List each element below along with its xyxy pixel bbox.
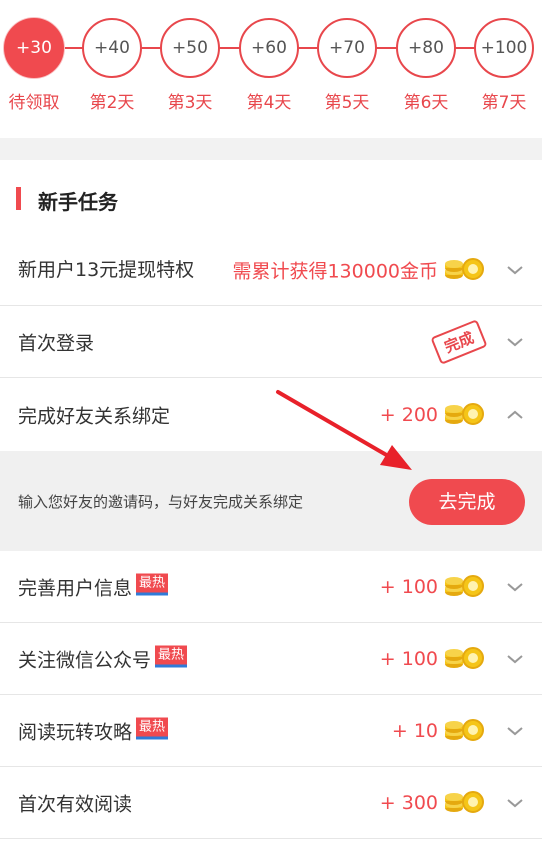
hot-badge: 最热 bbox=[136, 573, 169, 596]
task-name: 阅读玩转攻略 bbox=[18, 721, 133, 743]
task-name-wrap: 阅读玩转攻略 最热 bbox=[18, 717, 169, 744]
coins-icon bbox=[444, 790, 484, 813]
chevron-up-icon[interactable] bbox=[506, 409, 524, 421]
checkin-day-7: +100 第7天 bbox=[472, 18, 536, 113]
checkin-day-label: 待领取 bbox=[8, 93, 60, 113]
chevron-down-icon[interactable] bbox=[506, 581, 524, 593]
checkin-strip: +30 待领取 +40 第2天 +50 第3天 +60 第4天 +70 第5天 … bbox=[0, 0, 542, 138]
task-reward: + 200 bbox=[379, 404, 438, 426]
task-row-bind-friend[interactable]: 完成好友关系绑定 + 200 bbox=[0, 379, 542, 451]
coins-icon bbox=[444, 646, 484, 669]
chevron-down-icon[interactable] bbox=[506, 797, 524, 809]
task-reward: + 100 bbox=[379, 647, 438, 670]
checkin-day-label: 第3天 bbox=[167, 93, 213, 113]
task-reward: + 300 bbox=[379, 791, 438, 814]
chevron-down-icon[interactable] bbox=[506, 725, 524, 737]
checkin-reward-circle: +70 bbox=[317, 18, 377, 78]
task-name: 新用户13元提现特权 bbox=[18, 258, 195, 281]
section-divider bbox=[0, 138, 542, 160]
task-row-first-login[interactable]: 首次登录 完成 bbox=[0, 306, 542, 378]
coins-icon bbox=[444, 257, 484, 280]
completed-stamp: 完成 bbox=[430, 318, 488, 365]
task-row-first-read[interactable]: 首次有效阅读 + 300 bbox=[0, 767, 542, 839]
checkin-day-6: +80 第6天 bbox=[394, 18, 458, 113]
checkin-day-label: 第2天 bbox=[89, 93, 135, 113]
checkin-reward-circle: +40 bbox=[82, 18, 142, 78]
checkin-day-5: +70 第5天 bbox=[315, 18, 379, 113]
checkin-reward-circle: +80 bbox=[396, 18, 456, 78]
task-name: 关注微信公众号 bbox=[18, 649, 152, 671]
task-name-wrap: 关注微信公众号 最热 bbox=[18, 645, 188, 672]
task-name: 首次有效阅读 bbox=[18, 793, 133, 815]
checkin-day-label: 第4天 bbox=[246, 93, 292, 113]
checkin-day-2: +40 第2天 bbox=[80, 18, 144, 113]
checkin-day-3: +50 第3天 bbox=[158, 18, 222, 113]
task-name-wrap: 完善用户信息 最热 bbox=[18, 573, 169, 600]
task-name: 完善用户信息 bbox=[18, 577, 133, 599]
chevron-down-icon[interactable] bbox=[506, 336, 524, 348]
checkin-reward-circle[interactable]: +30 bbox=[4, 18, 64, 78]
task-row-follow-wechat[interactable]: 关注微信公众号 最热 + 100 bbox=[0, 623, 542, 695]
task-row-read-guide[interactable]: 阅读玩转攻略 最热 + 10 bbox=[0, 695, 542, 767]
task-name: 完成好友关系绑定 bbox=[18, 405, 171, 428]
go-complete-button[interactable]: 去完成 bbox=[409, 479, 525, 525]
task-reward: + 10 bbox=[391, 719, 438, 742]
coins-icon bbox=[444, 403, 484, 425]
task-detail-description: 输入您好友的邀请码，与好友完成关系绑定 bbox=[18, 493, 304, 511]
hot-badge: 最热 bbox=[155, 645, 188, 668]
section-title: 新手任务 bbox=[38, 190, 118, 214]
checkin-day-1[interactable]: +30 待领取 bbox=[2, 18, 66, 113]
coins-icon bbox=[444, 574, 484, 597]
task-name: 首次登录 bbox=[18, 332, 95, 354]
task-detail-panel: 输入您好友的邀请码，与好友完成关系绑定 去完成 bbox=[0, 451, 542, 551]
task-reward: + 100 bbox=[379, 575, 438, 598]
checkin-day-label: 第5天 bbox=[324, 93, 370, 113]
checkin-reward-circle: +50 bbox=[160, 18, 220, 78]
section-header: 新手任务 bbox=[0, 160, 542, 234]
hot-badge: 最热 bbox=[136, 717, 169, 740]
chevron-down-icon[interactable] bbox=[506, 264, 524, 276]
task-row-withdraw-privilege[interactable]: 新用户13元提现特权 需累计获得130000金币 bbox=[0, 234, 542, 306]
checkin-day-label: 第7天 bbox=[481, 93, 527, 113]
checkin-day-label: 第6天 bbox=[403, 93, 449, 113]
coins-icon bbox=[444, 718, 484, 741]
chevron-down-icon[interactable] bbox=[506, 653, 524, 665]
checkin-day-4: +60 第4天 bbox=[237, 18, 301, 113]
task-reward: 需累计获得130000金币 bbox=[232, 260, 438, 282]
checkin-reward-circle: +60 bbox=[239, 18, 299, 78]
checkin-reward-circle: +100 bbox=[474, 18, 534, 78]
section-accent-bar bbox=[16, 187, 21, 210]
task-row-complete-profile[interactable]: 完善用户信息 最热 + 100 bbox=[0, 551, 542, 623]
